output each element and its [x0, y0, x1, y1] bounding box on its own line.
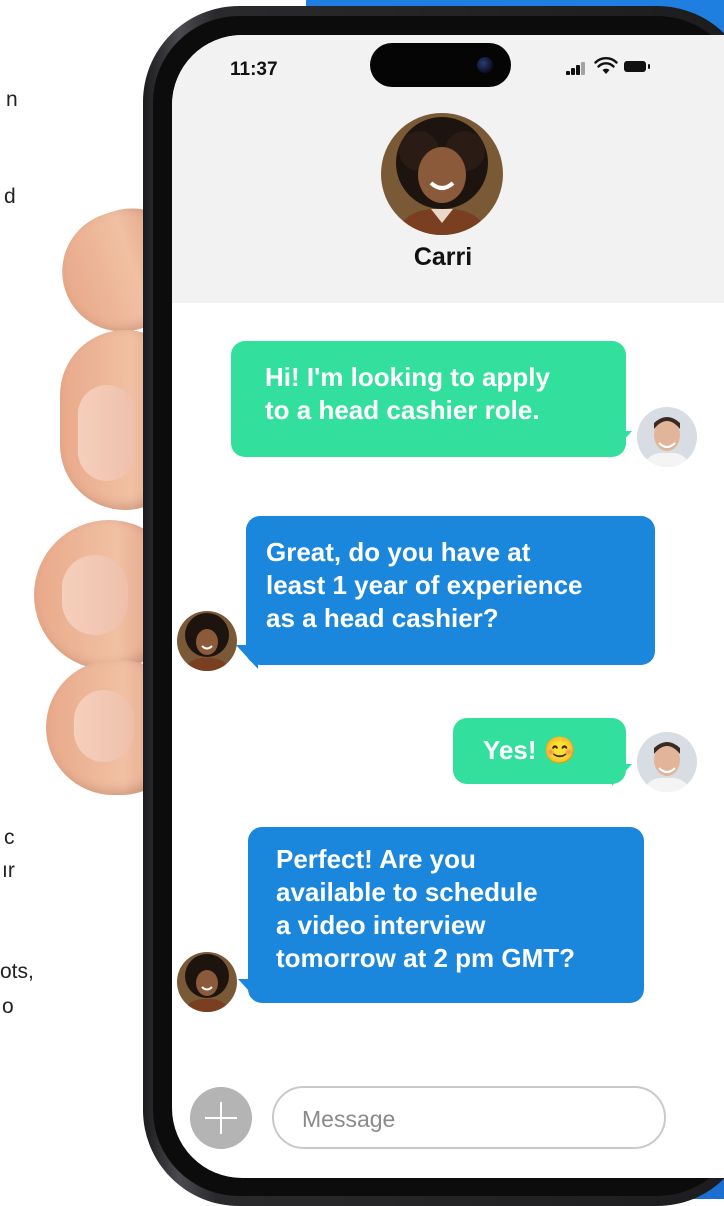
bg-text-fragment: n	[6, 88, 18, 111]
message-line: Hi! I'm looking to apply	[265, 362, 550, 392]
message-line: available to schedule	[276, 877, 538, 907]
bg-text-fragment: ots,	[0, 960, 34, 983]
contact-avatar[interactable]	[381, 113, 503, 235]
message-line: as a head cashier?	[266, 603, 499, 633]
wifi-icon	[594, 57, 618, 74]
message-input-placeholder: Message	[302, 1106, 396, 1132]
message-text: Yes! 😊	[483, 735, 577, 765]
message-line: a video interview	[276, 910, 486, 940]
chat-screen: 11:37 Carri Hi! I'm looking to apply to …	[172, 35, 724, 1178]
camera-icon	[477, 57, 493, 73]
contact-name: Carri	[413, 243, 473, 271]
message-line: Perfect! Are you	[276, 844, 476, 874]
bot-avatar	[177, 952, 237, 1012]
message-line: to a head cashier role.	[265, 395, 540, 425]
user-avatar	[637, 732, 697, 792]
chat-header: 11:37 Carri	[172, 35, 724, 303]
message-line: tomorrow at 2 pm GMT?	[276, 943, 575, 973]
bg-text-fragment: o	[2, 995, 14, 1018]
user-avatar	[637, 407, 697, 467]
bot-avatar	[177, 611, 237, 671]
message-bubble-incoming: Perfect! Are you available to schedule a…	[248, 827, 644, 1003]
status-icons	[566, 57, 666, 77]
bg-text-fragment: c	[4, 826, 15, 849]
message-line: Great, do you have at	[266, 537, 531, 567]
status-time: 11:37	[230, 59, 278, 80]
bg-text-fragment: ır	[2, 859, 15, 882]
bg-text-fragment: d	[4, 185, 16, 208]
message-bubble-incoming: Great, do you have at least 1 year of ex…	[246, 516, 655, 665]
message-line: least 1 year of experience	[266, 570, 583, 600]
battery-icon	[624, 61, 646, 72]
message-bubble-outgoing: Yes! 😊	[453, 718, 626, 784]
attach-button[interactable]	[190, 1087, 252, 1149]
message-input[interactable]: Message	[272, 1086, 666, 1149]
message-bubble-outgoing: Hi! I'm looking to apply to a head cashi…	[231, 341, 626, 457]
